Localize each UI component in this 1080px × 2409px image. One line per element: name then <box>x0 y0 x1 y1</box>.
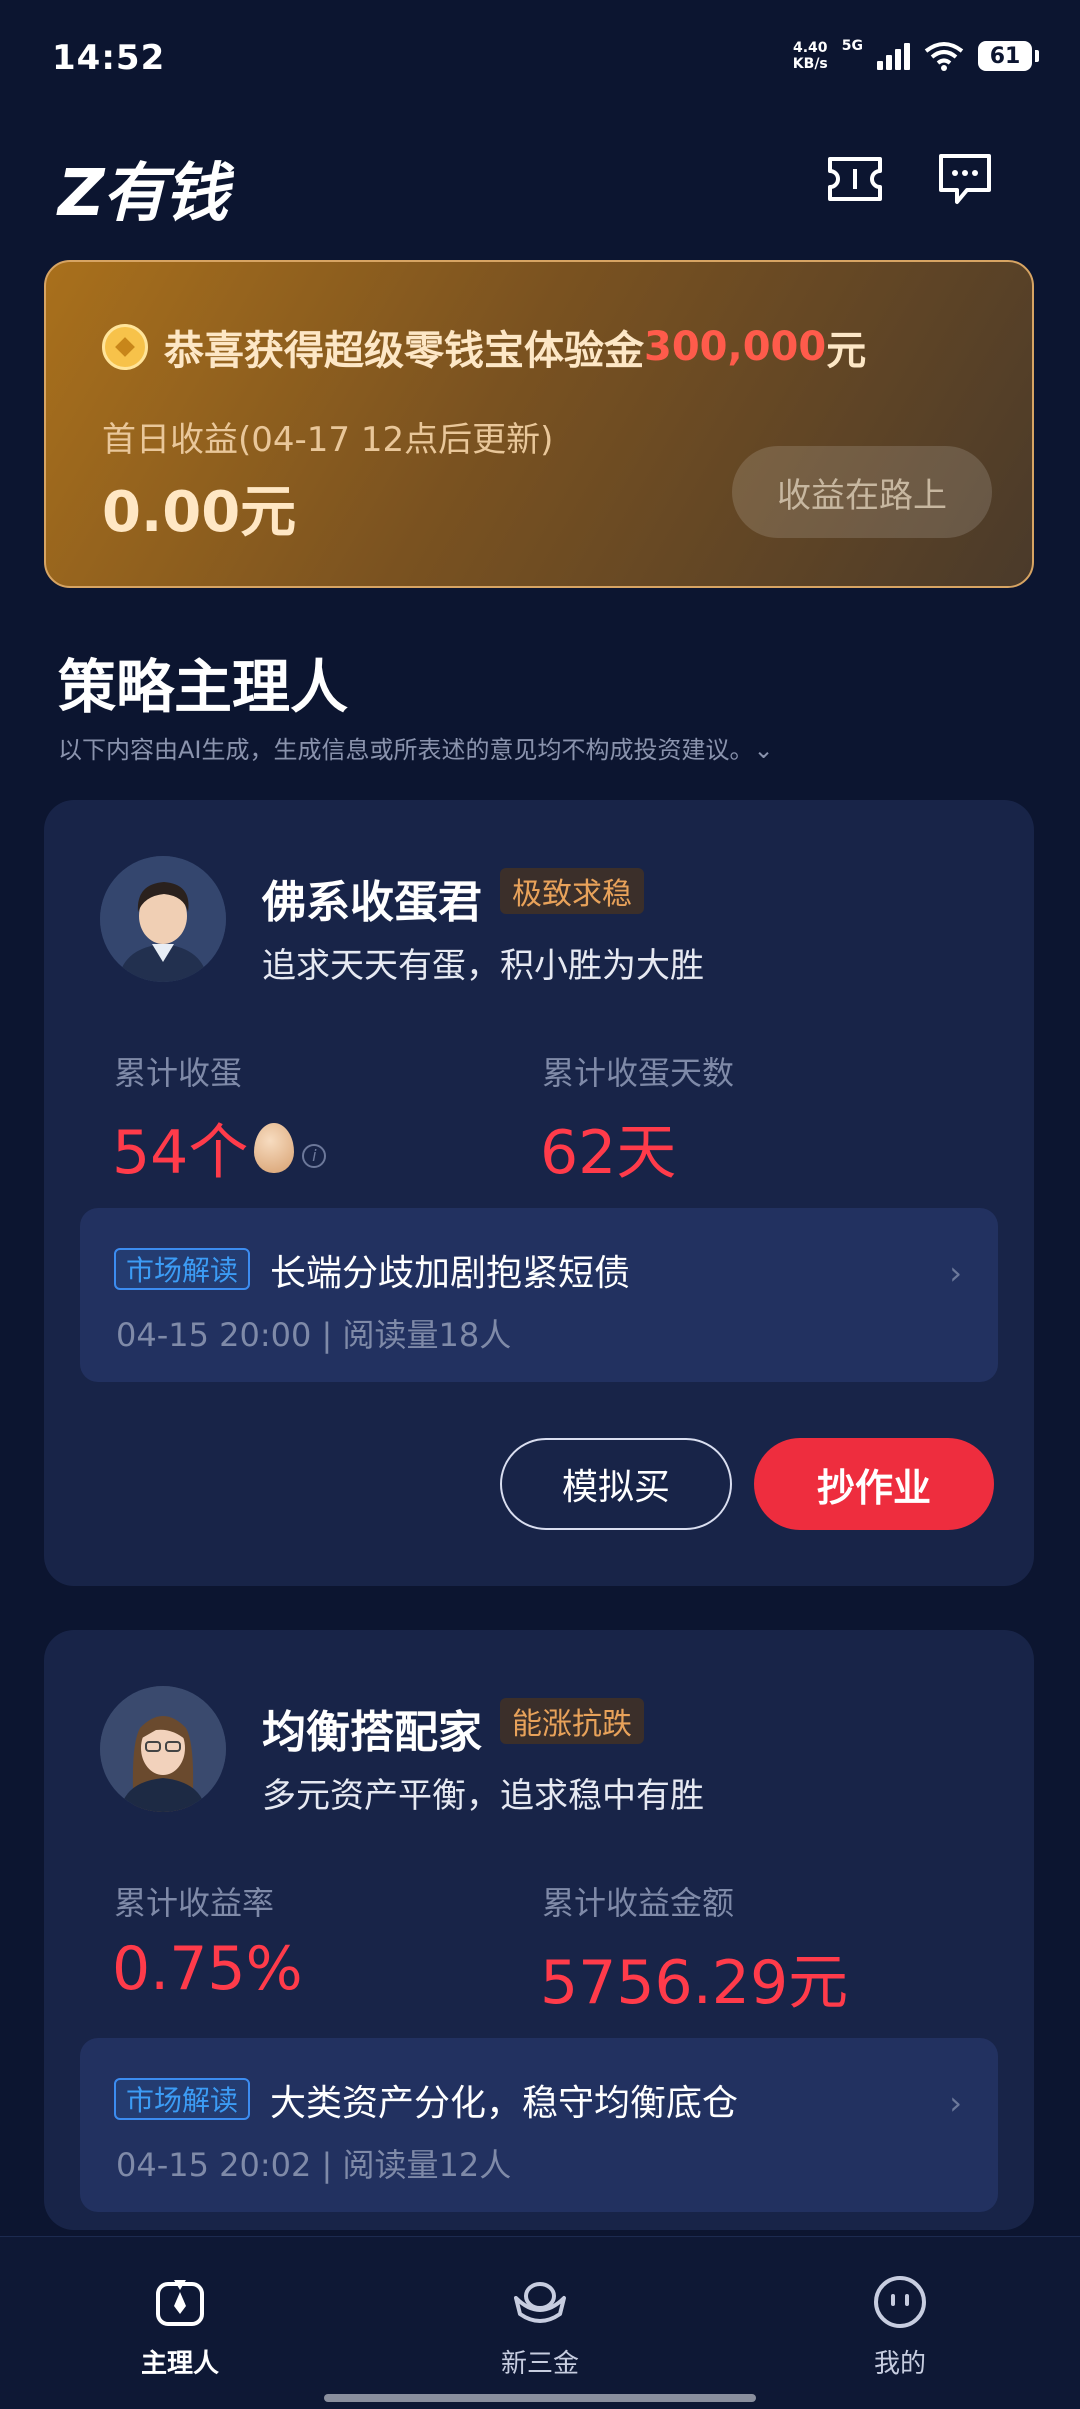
stat-value: 54个 i <box>112 1104 327 1191</box>
nav-tab-mine[interactable]: 我的 <box>820 2273 980 2380</box>
bonus-title: 恭喜获得超级零钱宝体验金 300,000 元 <box>102 318 866 376</box>
stat-label: 累计收益率 <box>114 1884 275 1922</box>
status-bar: 14:52 4.40 KB/s 5G 61 <box>0 0 1080 120</box>
status-indicators: 4.40 KB/s 5G 61 <box>792 38 1039 72</box>
home-indicator[interactable] <box>324 2394 756 2402</box>
manager-name: 均衡搭配家 <box>262 1707 482 1758</box>
news-tag: 市场解读 <box>114 2078 251 2120</box>
news-meta: 04-15 20:02 | 阅读量12人 <box>116 2146 512 2184</box>
nav-tab-new-funds[interactable]: 新三金 <box>460 2273 620 2380</box>
manager-desc: 追求天天有蛋，积小胜为大胜 <box>262 946 704 986</box>
ticket-icon[interactable] <box>820 144 890 214</box>
wifi-icon <box>924 42 964 71</box>
stat-value: 0.75% <box>112 1934 303 2004</box>
earnings-pending-button[interactable]: 收益在路上 <box>732 446 992 538</box>
simulate-buy-button[interactable]: 模拟买 <box>500 1438 732 1530</box>
section-title: 策略主理人 <box>58 653 349 721</box>
battery-icon: 61 <box>978 41 1039 71</box>
network-type: 5G <box>841 38 863 54</box>
news-title: 长端分歧加剧抱紧短债 <box>270 1253 631 1294</box>
ingot-icon <box>511 2273 569 2331</box>
stat-label: 累计收蛋 <box>114 1054 243 1092</box>
avatar <box>100 1686 226 1812</box>
bottom-nav: 主理人 新三金 我的 <box>0 2236 1080 2409</box>
bonus-subtitle: 首日收益(04-17 12点后更新) <box>102 420 554 460</box>
app-header: Z有钱 <box>0 120 1080 240</box>
status-time: 14:52 <box>52 38 166 78</box>
news-tag: 市场解读 <box>114 1248 251 1290</box>
stat-label: 累计收益金额 <box>542 1884 735 1922</box>
message-icon[interactable] <box>930 144 1000 214</box>
chevron-right-icon: › <box>949 1254 962 1292</box>
network-speed: 4.40 KB/s <box>792 40 828 72</box>
bonus-amount: 300,000 <box>644 324 827 370</box>
info-icon[interactable]: i <box>302 1143 327 1168</box>
strategy-card[interactable]: 均衡搭配家 能涨抗跌 多元资产平衡，追求稳中有胜 累计收益率 0.75% 累计收… <box>44 1630 1034 2230</box>
bonus-card[interactable]: 恭喜获得超级零钱宝体验金 300,000 元 首日收益(04-17 12点后更新) … <box>44 260 1034 588</box>
app-logo: Z有钱 <box>58 157 228 231</box>
ai-disclaimer[interactable]: 以下内容由AI生成，生成信息或所表述的意见均不构成投资建议。⌄ <box>58 730 774 765</box>
bonus-value: 0.00元 <box>102 480 297 545</box>
copy-strategy-button[interactable]: 抄作业 <box>754 1438 994 1530</box>
avatar <box>100 856 226 982</box>
style-tag: 能涨抗跌 <box>500 1698 644 1744</box>
manager-desc: 多元资产平衡，追求稳中有胜 <box>262 1776 704 1816</box>
strategy-card[interactable]: 佛系收蛋君 极致求稳 追求天天有蛋，积小胜为大胜 累计收蛋 54个 i 累计收蛋… <box>44 800 1034 1586</box>
signal-icon <box>877 42 910 70</box>
face-icon <box>871 2273 929 2331</box>
coin-icon <box>102 324 148 370</box>
nav-tab-manager[interactable]: 主理人 <box>100 2273 260 2380</box>
stat-value: 62天 <box>540 1118 677 1188</box>
stat-value: 5756.29元 <box>540 1948 849 2018</box>
egg-icon <box>254 1122 295 1173</box>
chevron-right-icon: › <box>949 2084 962 2122</box>
manager-icon <box>151 2273 209 2331</box>
manager-name: 佛系收蛋君 <box>262 877 482 928</box>
news-meta: 04-15 20:00 | 阅读量18人 <box>116 1316 512 1354</box>
stat-label: 累计收蛋天数 <box>542 1054 735 1092</box>
news-title: 大类资产分化，稳守均衡底仓 <box>270 2083 739 2124</box>
market-insight[interactable]: 市场解读 大类资产分化，稳守均衡底仓 04-15 20:02 | 阅读量12人 … <box>80 2038 998 2212</box>
style-tag: 极致求稳 <box>500 868 644 914</box>
market-insight[interactable]: 市场解读 长端分歧加剧抱紧短债 04-15 20:00 | 阅读量18人 › <box>80 1208 998 1382</box>
